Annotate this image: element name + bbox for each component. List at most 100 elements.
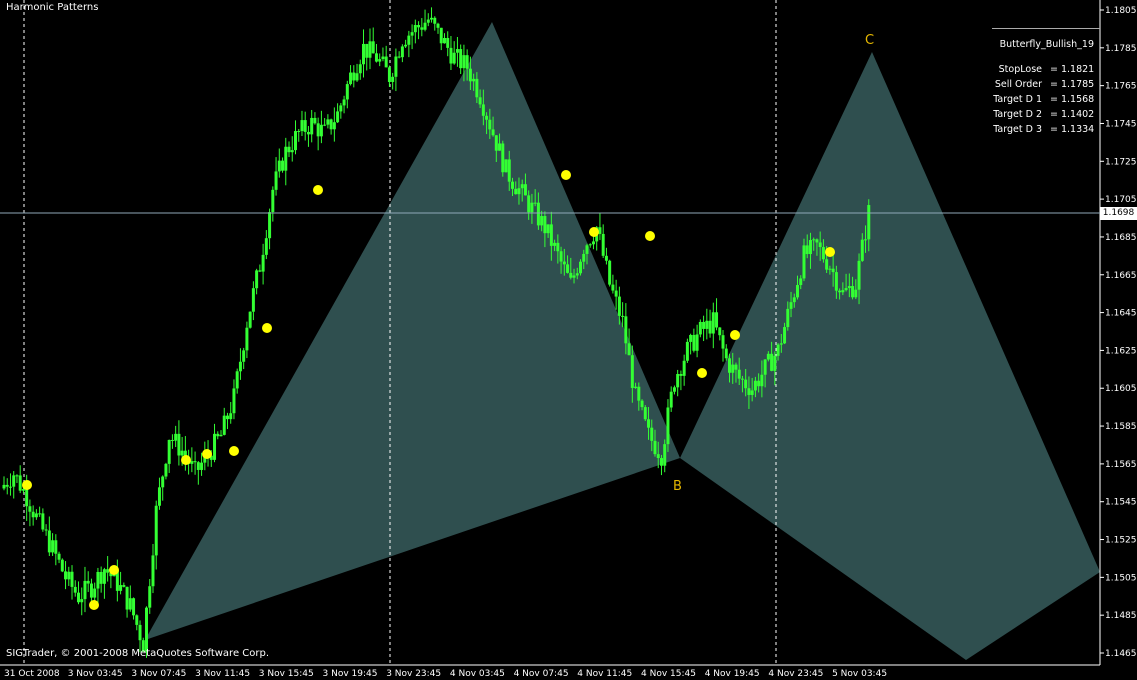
info-value: = 1.1402 xyxy=(1050,109,1095,120)
candle xyxy=(287,141,291,158)
candle xyxy=(306,126,310,147)
candle xyxy=(271,186,275,222)
signal-marker xyxy=(109,565,119,575)
signal-marker xyxy=(22,480,32,490)
candle xyxy=(31,505,35,526)
y-tick-label: 1.1565 xyxy=(1105,460,1137,470)
bcd-triangle xyxy=(680,52,1100,660)
signal-marker xyxy=(89,600,99,610)
y-tick-label: 1.1785 xyxy=(1105,44,1137,54)
y-tick-label: 1.1465 xyxy=(1105,649,1137,659)
x-tick-label: 4 Nov 11:45 xyxy=(577,669,632,679)
candle xyxy=(342,95,346,114)
point-c-label: C xyxy=(865,33,875,48)
candle xyxy=(274,157,278,196)
candle xyxy=(371,27,375,54)
candle xyxy=(336,103,340,124)
y-tick-label: 1.1545 xyxy=(1105,498,1137,508)
candle xyxy=(251,281,255,321)
candle xyxy=(122,582,126,588)
candle xyxy=(378,53,382,67)
candle xyxy=(73,580,77,597)
candle xyxy=(242,347,246,370)
y-tick-label: 1.1605 xyxy=(1105,384,1137,394)
candle xyxy=(99,566,103,593)
candle xyxy=(394,48,398,92)
candle xyxy=(34,509,38,520)
info-row-sell-order: Sell Order = 1.1785 xyxy=(960,77,1100,92)
signal-marker xyxy=(313,185,323,195)
candle xyxy=(277,148,281,178)
info-row-target-3: Target D 3 = 1.1334 xyxy=(960,122,1100,137)
candle xyxy=(326,114,330,129)
candle xyxy=(310,109,314,143)
candle xyxy=(358,59,362,80)
candle xyxy=(705,308,709,340)
candle xyxy=(426,13,430,27)
candle xyxy=(449,35,453,71)
y-tick-label: 1.1525 xyxy=(1105,536,1137,546)
x-tick-label: 4 Nov 03:45 xyxy=(450,669,505,679)
candle xyxy=(303,111,307,141)
candle xyxy=(76,581,80,605)
candle xyxy=(222,407,226,436)
xab-triangle xyxy=(145,22,680,640)
candle xyxy=(60,558,64,573)
candle xyxy=(70,565,74,600)
candle xyxy=(125,586,129,618)
candle xyxy=(455,36,459,67)
candle xyxy=(313,112,317,125)
x-tick-label: 3 Nov 03:45 xyxy=(68,669,123,679)
candle xyxy=(8,473,12,496)
candle xyxy=(177,420,181,466)
info-row-target-2: Target D 2 = 1.1402 xyxy=(960,107,1100,122)
candle xyxy=(281,157,285,173)
candle xyxy=(80,587,84,616)
point-b-label: B xyxy=(673,479,682,494)
candle xyxy=(157,477,161,510)
candle xyxy=(216,431,220,440)
chart-title: Harmonic Patterns xyxy=(6,2,99,13)
harmonic-pattern xyxy=(145,22,1100,660)
candle xyxy=(339,103,343,119)
candle xyxy=(452,41,456,65)
candle xyxy=(423,9,427,32)
candle xyxy=(238,348,242,380)
info-key: StopLose xyxy=(998,64,1042,75)
candle xyxy=(410,24,414,50)
candle xyxy=(501,140,505,177)
candle xyxy=(12,471,16,499)
candle xyxy=(352,65,356,88)
candle xyxy=(436,22,440,34)
candle xyxy=(67,566,71,586)
candle xyxy=(57,551,61,564)
candle xyxy=(174,425,178,448)
candle xyxy=(400,44,404,63)
candle xyxy=(643,405,647,422)
candle xyxy=(86,571,90,592)
candle xyxy=(682,354,686,386)
x-tick-label: 3 Nov 15:45 xyxy=(259,669,314,679)
candle xyxy=(170,434,174,449)
y-tick-label: 1.1645 xyxy=(1105,309,1137,319)
x-tick-label: 4 Nov 15:45 xyxy=(641,669,696,679)
candle xyxy=(721,330,725,362)
candle xyxy=(329,118,333,135)
y-tick-label: 1.1505 xyxy=(1105,573,1137,583)
candle xyxy=(689,333,693,355)
candle xyxy=(290,136,294,162)
candle xyxy=(316,117,320,151)
candle xyxy=(51,533,55,556)
candle xyxy=(213,423,217,463)
candle xyxy=(261,243,265,285)
candle xyxy=(183,436,187,471)
signal-marker xyxy=(181,455,191,465)
candle xyxy=(64,561,68,590)
candle xyxy=(83,566,87,613)
candle xyxy=(430,7,434,23)
signal-marker xyxy=(202,449,212,459)
candle xyxy=(96,567,100,604)
candle xyxy=(268,208,272,250)
candle xyxy=(128,585,132,612)
y-tick-label: 1.1725 xyxy=(1105,157,1137,167)
